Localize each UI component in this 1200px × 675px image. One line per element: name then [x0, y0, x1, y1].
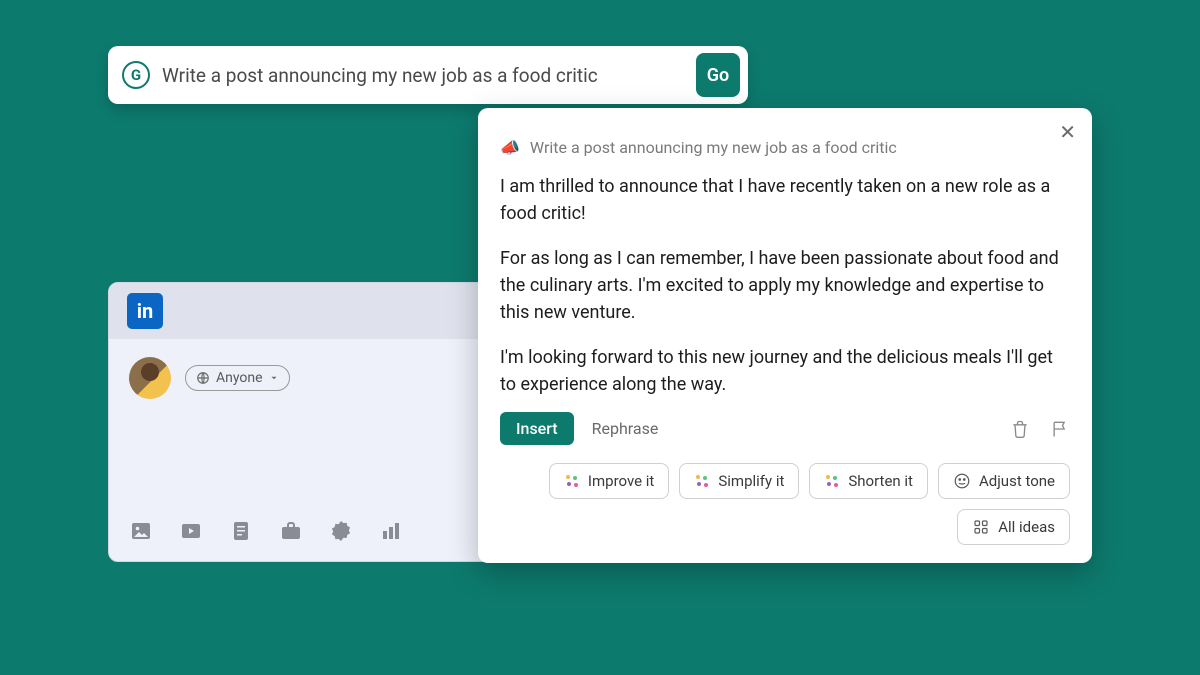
- emoji-icon: [953, 472, 971, 490]
- generated-paragraph: I am thrilled to announce that I have re…: [500, 173, 1070, 227]
- megaphone-icon: 📣: [500, 138, 520, 157]
- avatar: [129, 357, 171, 399]
- shorten-chip[interactable]: Shorten it: [809, 463, 928, 499]
- suggestion-panel: ✕ 📣 Write a post announcing my new job a…: [478, 108, 1092, 563]
- document-icon[interactable]: [229, 519, 253, 543]
- insert-button[interactable]: Insert: [500, 412, 574, 445]
- chart-icon[interactable]: [379, 519, 403, 543]
- image-icon[interactable]: [129, 519, 153, 543]
- generated-paragraph: For as long as I can remember, I have be…: [500, 245, 1070, 326]
- suggestion-chips: Improve it Simplify it Shorten it Adjust…: [500, 463, 1070, 545]
- go-button[interactable]: Go: [696, 53, 740, 97]
- generated-text: I am thrilled to announce that I have re…: [500, 173, 1070, 398]
- audience-label: Anyone: [216, 370, 263, 386]
- trash-icon[interactable]: [1010, 419, 1030, 439]
- sparkle-icon: [824, 473, 840, 489]
- chip-label: Shorten it: [848, 472, 913, 490]
- prompt-bar: G Write a post announcing my new job as …: [108, 46, 748, 104]
- adjust-tone-chip[interactable]: Adjust tone: [938, 463, 1070, 499]
- prompt-input[interactable]: Write a post announcing my new job as a …: [162, 64, 684, 87]
- briefcase-icon[interactable]: [279, 519, 303, 543]
- close-icon[interactable]: ✕: [1059, 120, 1076, 144]
- grammarly-logo-icon: G: [122, 61, 150, 89]
- flag-icon[interactable]: [1050, 419, 1070, 439]
- video-icon[interactable]: [179, 519, 203, 543]
- linkedin-logo-icon: in: [127, 293, 163, 329]
- sparkle-icon: [694, 473, 710, 489]
- all-ideas-chip[interactable]: All ideas: [957, 509, 1070, 545]
- chip-label: All ideas: [998, 518, 1055, 536]
- caret-down-icon: [269, 373, 279, 383]
- chip-label: Improve it: [588, 472, 654, 490]
- generated-paragraph: I'm looking forward to this new journey …: [500, 344, 1070, 398]
- chip-label: Adjust tone: [979, 472, 1055, 490]
- linkedin-compose-card: in Anyone: [108, 282, 528, 562]
- improve-chip[interactable]: Improve it: [549, 463, 669, 499]
- grid-icon: [972, 518, 990, 536]
- primary-actions: Insert Rephrase: [500, 412, 1070, 445]
- globe-icon: [196, 371, 210, 385]
- badge-icon[interactable]: [329, 519, 353, 543]
- simplify-chip[interactable]: Simplify it: [679, 463, 799, 499]
- prompt-echo-text: Write a post announcing my new job as a …: [530, 138, 897, 157]
- sparkle-icon: [564, 473, 580, 489]
- prompt-echo: 📣 Write a post announcing my new job as …: [500, 138, 1070, 157]
- linkedin-header: in: [109, 283, 527, 339]
- linkedin-toolbar: [129, 519, 403, 543]
- chip-label: Simplify it: [718, 472, 784, 490]
- rephrase-button[interactable]: Rephrase: [592, 419, 659, 438]
- audience-selector[interactable]: Anyone: [185, 365, 290, 391]
